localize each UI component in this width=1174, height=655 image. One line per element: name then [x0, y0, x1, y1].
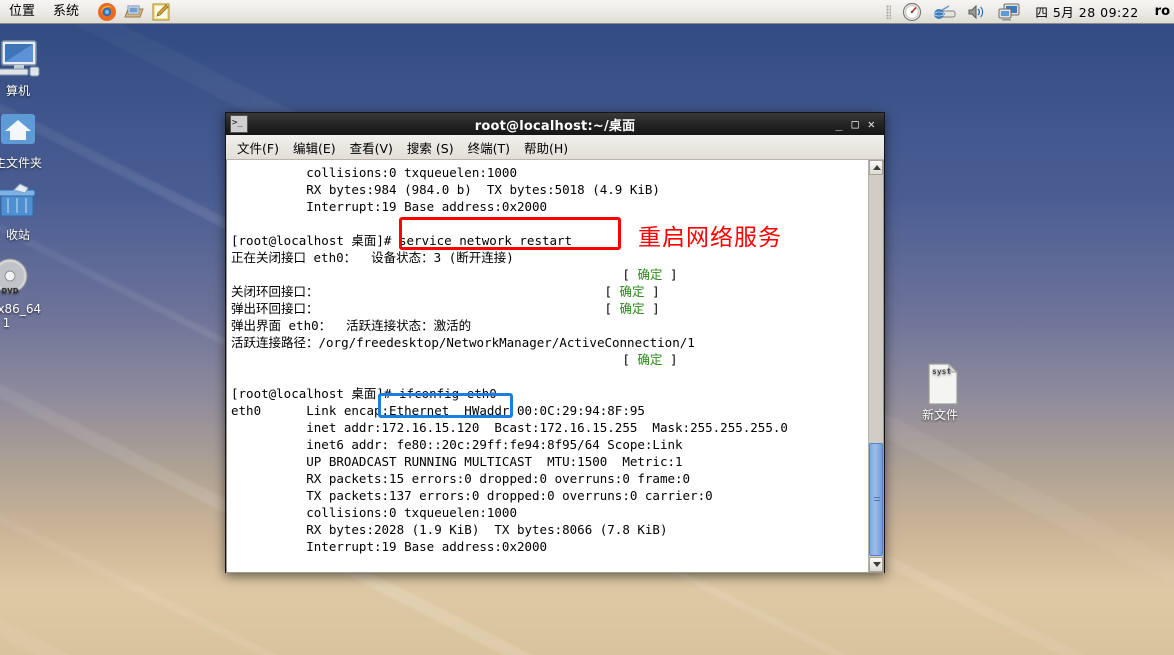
system-monitor-icon[interactable] [901, 2, 923, 22]
drag-grip-icon[interactable] [886, 4, 892, 19]
terminal-line: TX packets:137 errors:0 dropped:0 overru… [231, 488, 713, 503]
desktop-icon-label: 收站 [5, 228, 30, 242]
terminal-line: inet addr:172.16.15.120 Bcast:172.16.15.… [231, 420, 788, 435]
ok-bracket: ] [644, 284, 660, 299]
desktop-icon-label: 新文件 [921, 408, 958, 422]
terminal-line: 关闭环回接口： [ 确定 ] [231, 284, 660, 299]
menu-help[interactable]: 帮助(H) [517, 136, 575, 159]
terminal-line: [ 确定 ] [231, 266, 868, 283]
home-icon [0, 110, 42, 154]
volume-icon[interactable] [965, 2, 987, 22]
terminal-line: collisions:0 txqueuelen:1000 [231, 165, 517, 180]
firefox-icon[interactable] [97, 2, 117, 22]
computer-icon [0, 38, 42, 82]
terminal-line: UP BROADCAST RUNNING MULTICAST MTU:1500 … [231, 454, 683, 469]
desktop-icon-label: 主文件夹 [0, 156, 42, 170]
menu-edit[interactable]: 编辑(E) [286, 136, 343, 159]
terminal-scrollbar[interactable] [868, 160, 883, 572]
ok-status-text: 确定 [637, 267, 663, 282]
terminal-titlebar[interactable]: root@localhost:~/桌面 _ □ ✕ [226, 113, 884, 135]
desktop-icon-computer[interactable]: 算机 [0, 38, 50, 98]
ok-bracket: [ [622, 267, 638, 282]
red-annotation-label: 重启网络服务 [638, 225, 782, 251]
desktop-icon-label: 5 x86_64 sc 1 [0, 302, 42, 330]
desktop-icon-dvd[interactable]: DVD 5 x86_64 sc 1 [0, 256, 72, 330]
file-manager-icon[interactable] [124, 2, 144, 22]
panel-menu-system[interactable]: 系统 [44, 1, 88, 23]
terminal-line: RX packets:15 errors:0 dropped:0 overrun… [231, 471, 691, 486]
text-editor-icon[interactable] [151, 2, 171, 22]
terminal-line: 活跃连接路径：/org/freedesktop/NetworkManager/A… [231, 335, 695, 350]
terminal-body: collisions:0 txqueuelen:1000 RX bytes:98… [226, 160, 884, 573]
terminal-line: Interrupt:19 Base address:0x2000 [231, 539, 548, 554]
terminal-line: RX bytes:984 (984.0 b) TX bytes:5018 (4.… [231, 182, 660, 197]
menu-search[interactable]: 搜索 (S) [400, 136, 461, 159]
network-icon[interactable] [933, 2, 956, 22]
display-icon[interactable] [997, 2, 1020, 22]
file-icon: syst [916, 362, 964, 406]
trash-icon [0, 182, 42, 226]
panel-launchers [97, 2, 171, 22]
menu-file[interactable]: 文件(F) [230, 136, 286, 159]
desktop-icon-trash[interactable]: 收站 [0, 182, 50, 242]
desktop-icon-label: 算机 [5, 84, 30, 98]
window-controls: _ □ ✕ [835, 118, 884, 130]
top-panel: 位置 系统 四 5月 28 09:22 ro [0, 0, 1174, 24]
maximize-button[interactable]: □ [852, 118, 859, 130]
minimize-button[interactable]: _ [835, 118, 842, 130]
dvd-icon: DVD [0, 256, 36, 300]
panel-menu-places[interactable]: 位置 [0, 1, 44, 23]
terminal-line: [ 确定 ] [231, 351, 868, 368]
desktop-icon-new-file[interactable]: syst 新文件 [908, 362, 972, 422]
scroll-up-button[interactable] [869, 160, 883, 175]
terminal-line: RX bytes:2028 (1.9 KiB) TX bytes:8066 (7… [231, 522, 668, 537]
terminal-line: 弹出环回接口： [ 确定 ] [231, 301, 660, 316]
terminal-icon [230, 115, 248, 133]
ok-bracket: [ [604, 301, 620, 316]
terminal-window[interactable]: root@localhost:~/桌面 _ □ ✕ 文件(F) 编辑(E) 查看… [225, 112, 885, 573]
ok-bracket: [ [622, 352, 638, 367]
close-button[interactable]: ✕ [868, 118, 875, 130]
desktop-icon-home[interactable]: 主文件夹 [0, 110, 50, 170]
terminal-line: inet6 addr: fe80::20c:29ff:fe94:8f95/64 … [231, 437, 683, 452]
terminal-line: eth0 Link encap:Ethernet HWaddr 00:0C:29… [231, 403, 645, 418]
window-title: root@localhost:~/桌面 [474, 118, 636, 134]
terminal-menubar: 文件(F) 编辑(E) 查看(V) 搜索 (S) 终端(T) 帮助(H) [226, 135, 884, 160]
ok-bracket: [ [604, 284, 620, 299]
ok-bracket: ] [662, 352, 678, 367]
username-label[interactable]: ro [1155, 4, 1170, 19]
ok-status-text: 确定 [619, 284, 645, 299]
menu-terminal[interactable]: 终端(T) [461, 136, 517, 159]
clock[interactable]: 四 5月 28 09:22 [1029, 2, 1144, 21]
menu-view[interactable]: 查看(V) [343, 136, 400, 159]
system-tray: 四 5月 28 09:22 ro [886, 2, 1174, 22]
ok-bracket: ] [644, 301, 660, 316]
terminal-line: 弹出界面 eth0： 活跃连接状态：激活的 [231, 318, 472, 333]
scrollbar-track[interactable] [869, 175, 883, 557]
ok-status-text: 确定 [637, 352, 663, 367]
terminal-line: [root@localhost 桌面]# ifconfig eth0 [231, 386, 497, 401]
ok-status-text: 确定 [619, 301, 645, 316]
scroll-down-button[interactable] [869, 557, 883, 572]
terminal-line: collisions:0 txqueuelen:1000 [231, 505, 517, 520]
svg-text:syst: syst [932, 367, 951, 376]
scrollbar-thumb[interactable] [869, 443, 883, 556]
ok-bracket: ] [662, 267, 678, 282]
svg-text:DVD: DVD [1, 287, 18, 295]
terminal-line: Interrupt:19 Base address:0x2000 [231, 199, 548, 214]
